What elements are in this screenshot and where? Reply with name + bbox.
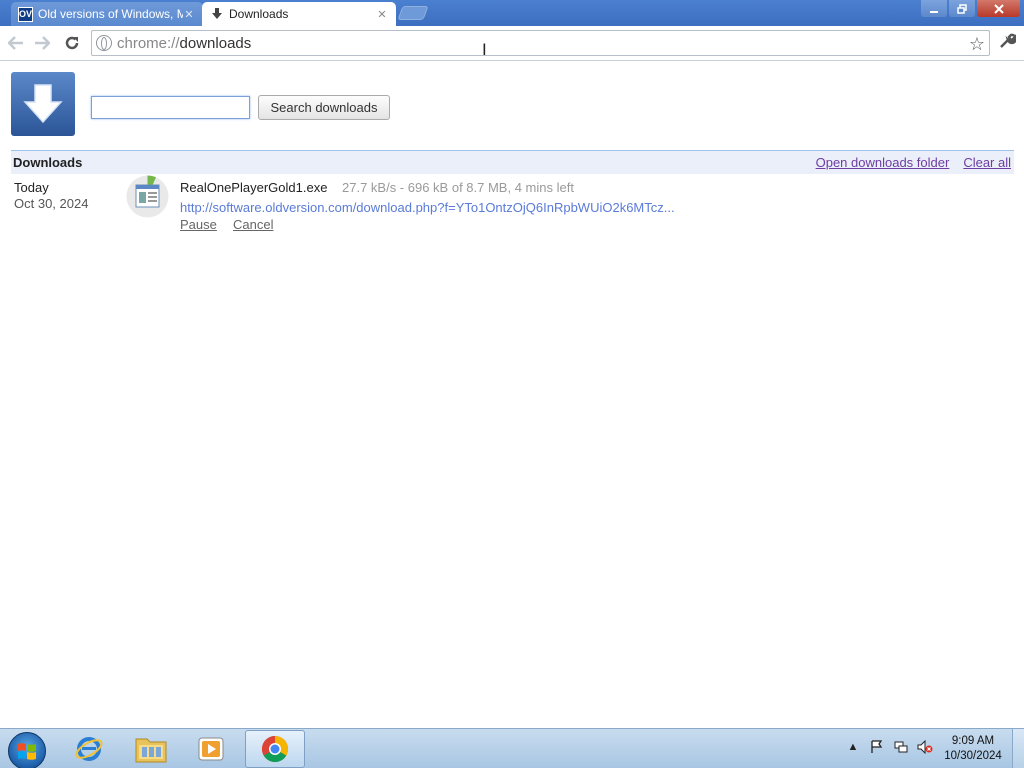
internet-explorer-icon[interactable] bbox=[60, 730, 118, 768]
page-icon bbox=[96, 35, 112, 51]
show-hidden-icons-icon[interactable]: ▲ bbox=[845, 739, 861, 755]
action-center-flag-icon[interactable] bbox=[869, 739, 885, 755]
browser-toolbar: chrome://downloads ☆ bbox=[0, 26, 1024, 61]
wrench-menu-icon[interactable] bbox=[998, 32, 1018, 55]
system-tray: ▲ bbox=[845, 739, 933, 755]
downloads-logo-icon bbox=[11, 72, 75, 136]
address-bar[interactable]: chrome://downloads ☆ bbox=[91, 30, 990, 56]
downloads-header: Downloads Open downloads folder Clear al… bbox=[11, 150, 1014, 174]
file-explorer-icon[interactable] bbox=[122, 730, 180, 768]
text-cursor-icon: I bbox=[482, 40, 487, 59]
clock-date: 10/30/2024 bbox=[944, 750, 1002, 762]
taskbar: ▲ 9:09 AM 10/30/2024 bbox=[0, 728, 1024, 768]
file-progress-icon bbox=[125, 174, 170, 219]
clear-all-link[interactable]: Clear all bbox=[963, 155, 1011, 170]
downloads-title: Downloads bbox=[13, 155, 83, 170]
open-downloads-folder-link[interactable]: Open downloads folder bbox=[816, 155, 950, 170]
cancel-link[interactable]: Cancel bbox=[233, 217, 273, 232]
reload-button[interactable] bbox=[61, 33, 83, 53]
media-player-icon[interactable] bbox=[182, 730, 240, 768]
tab-close-icon[interactable]: ✕ bbox=[376, 8, 388, 21]
tab-downloads[interactable]: Downloads ✕ bbox=[202, 2, 396, 26]
oldversion-favicon-icon: OV bbox=[18, 6, 33, 22]
tab-label: Downloads bbox=[229, 7, 289, 21]
show-desktop-button[interactable] bbox=[1012, 729, 1024, 768]
address-text: chrome://downloads bbox=[117, 34, 252, 52]
chrome-icon[interactable] bbox=[245, 730, 305, 768]
start-icon[interactable] bbox=[8, 732, 46, 768]
forward-button[interactable] bbox=[31, 33, 53, 53]
download-date-label: Today bbox=[14, 180, 49, 195]
download-file-name[interactable]: RealOnePlayerGold1.exe bbox=[180, 180, 327, 195]
tab-label: Old versions of Windows, M bbox=[38, 7, 183, 21]
system-clock[interactable]: 9:09 AM 10/30/2024 bbox=[938, 734, 1008, 764]
search-downloads-button[interactable]: Search downloads bbox=[258, 95, 390, 120]
close-window-button[interactable] bbox=[977, 0, 1020, 17]
volume-muted-icon[interactable] bbox=[917, 739, 933, 755]
back-button[interactable] bbox=[5, 33, 27, 53]
bookmark-star-icon[interactable]: ☆ bbox=[969, 34, 985, 55]
download-favicon-icon bbox=[209, 7, 224, 22]
search-downloads-input[interactable] bbox=[91, 96, 250, 119]
new-tab-button[interactable] bbox=[397, 6, 429, 20]
tab-old-versions[interactable]: OV Old versions of Windows, M ✕ bbox=[11, 2, 203, 26]
download-source-url[interactable]: http://software.oldversion.com/download.… bbox=[180, 200, 680, 215]
pause-link[interactable]: Pause bbox=[180, 217, 217, 232]
title-bar: OV Old versions of Windows, M ✕ Download… bbox=[0, 0, 1024, 26]
minimize-button[interactable] bbox=[921, 0, 947, 17]
restore-button[interactable] bbox=[949, 0, 975, 17]
download-date: Oct 30, 2024 bbox=[14, 196, 89, 211]
tab-close-icon[interactable]: ✕ bbox=[183, 8, 195, 21]
download-status: 27.7 kB/s - 696 kB of 8.7 MB, 4 mins lef… bbox=[342, 180, 574, 195]
window-controls bbox=[919, 0, 1020, 17]
clock-time: 9:09 AM bbox=[951, 735, 995, 747]
network-icon[interactable] bbox=[893, 739, 909, 755]
